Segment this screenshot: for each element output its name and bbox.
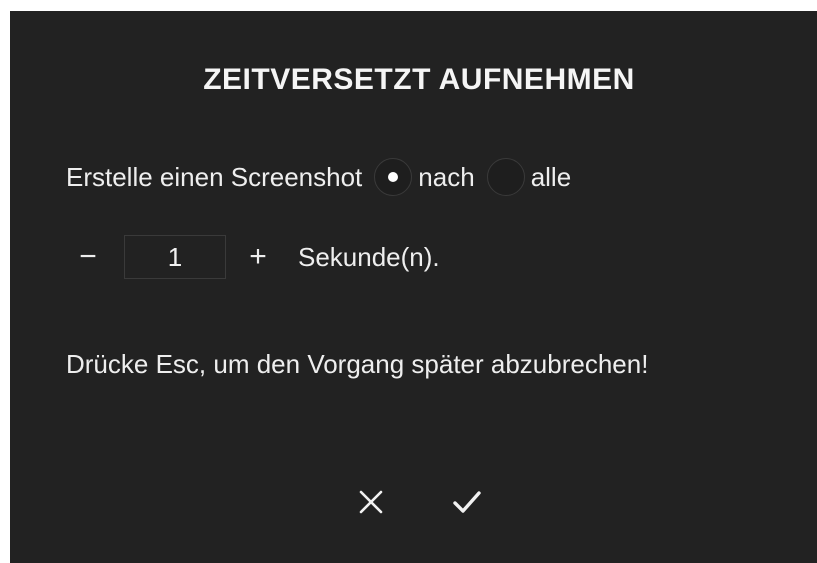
- increment-button[interactable]: +: [236, 240, 280, 274]
- capture-mode-label: Erstelle einen Screenshot: [66, 161, 363, 192]
- delay-row: − + Sekunde(n).: [66, 234, 440, 280]
- close-icon: [359, 490, 383, 514]
- radio-after-label[interactable]: nach: [418, 162, 474, 193]
- decrement-button[interactable]: −: [66, 240, 110, 274]
- seconds-unit-label: Sekunde(n).: [298, 241, 440, 272]
- dialog-title: ZEITVERSETZT AUFNEHMEN: [203, 63, 635, 96]
- escape-hint: Drücke Esc, um den Vorgang später abzubr…: [66, 349, 649, 379]
- delayed-capture-dialog: ZEITVERSETZT AUFNEHMEN Erstelle einen Sc…: [10, 11, 817, 563]
- radio-every[interactable]: [486, 158, 525, 196]
- dialog-actions: [10, 481, 817, 523]
- check-icon: [453, 491, 481, 513]
- radio-every-label[interactable]: alle: [531, 162, 571, 193]
- cancel-button[interactable]: [350, 481, 392, 523]
- radio-selected-dot: [388, 172, 399, 182]
- radio-after[interactable]: [374, 158, 413, 196]
- capture-mode-row: Erstelle einen Screenshot nach alle: [66, 155, 583, 199]
- confirm-button[interactable]: [446, 481, 488, 523]
- seconds-input[interactable]: [124, 235, 226, 279]
